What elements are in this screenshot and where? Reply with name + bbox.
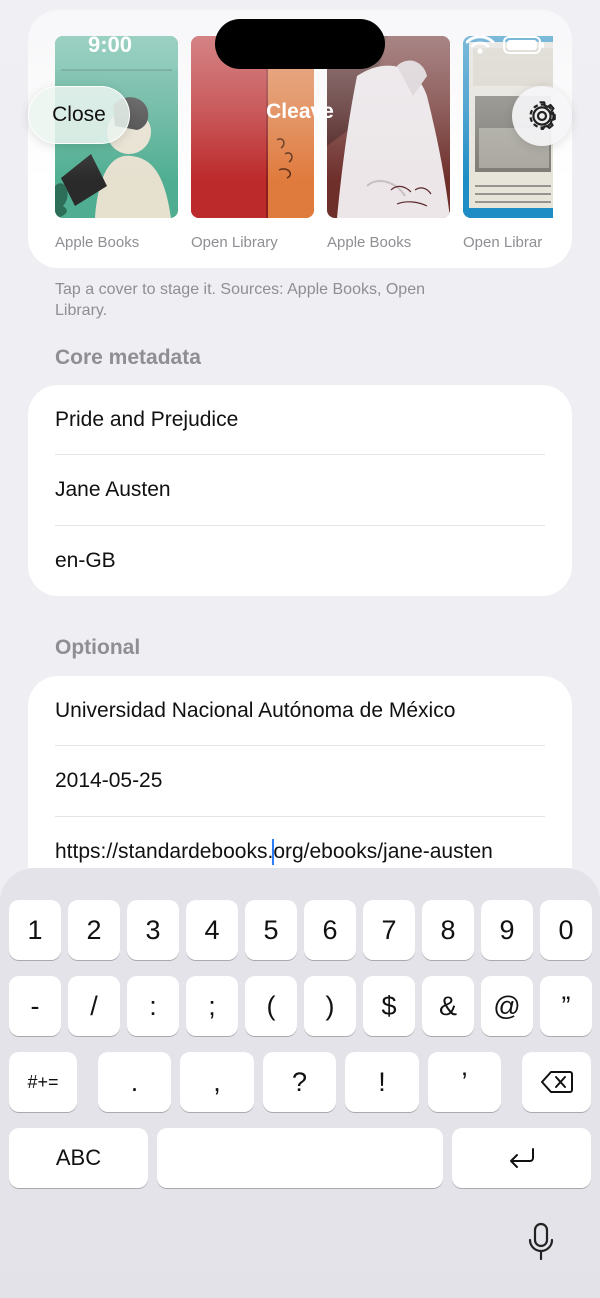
key-more-symbols[interactable]: #+= [9,1052,77,1112]
key-comma[interactable]: , [180,1052,254,1112]
wifi-icon [466,35,495,54]
return-icon [509,1148,534,1168]
abc-key[interactable]: ABC [9,1128,148,1188]
cover-source-label: Open Librar [463,234,543,251]
key-5[interactable]: 5 [245,900,297,960]
key-2[interactable]: 2 [68,900,120,960]
key-hyphen[interactable]: - [9,976,61,1036]
language-field[interactable]: en-GB [55,526,572,596]
url-text-after-caret: org/ebooks/jane-austen [273,840,493,863]
cover-source-label: Apple Books [327,234,412,251]
close-button[interactable]: Close [28,86,130,144]
delete-left-icon [540,1071,573,1093]
covers-footnote: Tap a cover to stage it. Sources: Apple … [55,281,425,319]
key-ampersand[interactable]: & [422,976,474,1036]
cover-source-label: Open Library [191,234,278,251]
date-field[interactable]: 2014-05-25 [55,746,572,816]
return-key[interactable] [452,1128,591,1188]
cover-source-label: Apple Books [55,234,140,251]
key-0[interactable]: 0 [540,900,592,960]
key-open-paren[interactable]: ( [245,976,297,1036]
battery-icon [503,36,544,54]
screen: Apple Books Open Library Apple Books Ope… [0,0,600,1298]
gear-icon [529,101,556,130]
core-metadata-group: Pride and Prejudice Jane Austen en-GB [28,385,572,596]
key-3[interactable]: 3 [127,900,179,960]
key-exclamation[interactable]: ! [345,1052,419,1112]
key-semicolon[interactable]: ; [186,976,238,1036]
title-field[interactable]: Pride and Prejudice [55,385,572,455]
key-4[interactable]: 4 [186,900,238,960]
key-close-paren[interactable]: ) [304,976,356,1036]
status-icons [466,35,544,54]
key-period[interactable]: . [98,1052,171,1112]
section-header-core: Core metadata [55,346,201,369]
key-6[interactable]: 6 [304,900,356,960]
publisher-field[interactable]: Universidad Nacional Autónoma de México [55,676,572,746]
key-apostrophe[interactable]: ’ [428,1052,501,1112]
key-7[interactable]: 7 [363,900,415,960]
microphone-icon[interactable] [527,1222,555,1262]
backspace-key[interactable] [522,1052,591,1112]
section-header-optional: Optional [55,636,141,659]
key-8[interactable]: 8 [422,900,474,960]
key-quote[interactable]: ” [540,976,592,1036]
page-title: Cleave [266,100,334,123]
url-text-before-caret: https://standardebooks. [55,840,274,863]
space-key[interactable] [157,1128,443,1188]
key-question[interactable]: ? [263,1052,336,1112]
author-field[interactable]: Jane Austen [55,455,572,525]
key-slash[interactable]: / [68,976,120,1036]
key-dollar[interactable]: $ [363,976,415,1036]
status-time: 9:00 [88,32,133,57]
key-9[interactable]: 9 [481,900,533,960]
settings-button[interactable] [512,86,572,146]
key-at[interactable]: @ [481,976,533,1036]
key-colon[interactable]: : [127,976,179,1036]
key-1[interactable]: 1 [9,900,61,960]
dynamic-island [215,19,385,69]
